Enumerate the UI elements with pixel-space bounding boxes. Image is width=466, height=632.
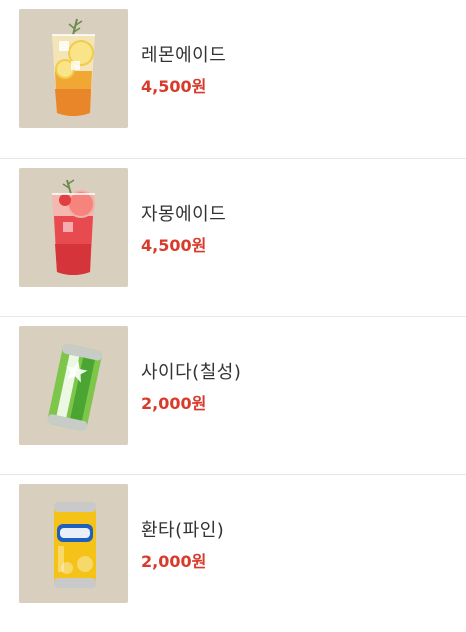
menu-item-name: 사이다(칠성) <box>141 362 242 383</box>
menu-item-price: 2,000원 <box>141 394 207 413</box>
menu-item-image <box>19 168 128 287</box>
menu-item-fanta[interactable]: 환타(파인) 2,000원 <box>0 474 466 632</box>
lemonade-icon <box>19 9 128 128</box>
menu-item-cider[interactable]: 사이다(칠성) 2,000원 <box>0 316 466 474</box>
menu-item-image <box>19 484 128 603</box>
menu-item-lemonade[interactable]: 레몬에이드 4,500원 <box>0 0 466 158</box>
menu-item-name: 레몬에이드 <box>141 45 227 66</box>
menu-item-image <box>19 326 128 445</box>
menu-item-name: 자몽에이드 <box>141 204 227 225</box>
cider-can-icon <box>19 326 128 445</box>
menu-item-image <box>19 9 128 128</box>
menu-item-name: 환타(파인) <box>141 520 225 541</box>
menu-item-price: 4,500원 <box>141 236 207 255</box>
fanta-can-icon <box>19 484 128 603</box>
menu-list: 레몬에이드 4,500원 자몽에이드 4,500원 사이다(칠성) 2,000원… <box>0 0 466 614</box>
menu-item-price: 2,000원 <box>141 552 207 571</box>
menu-item-price: 4,500원 <box>141 77 207 96</box>
menu-item-grapefruit-ade[interactable]: 자몽에이드 4,500원 <box>0 158 466 316</box>
grapefruit-ade-icon <box>19 168 128 287</box>
